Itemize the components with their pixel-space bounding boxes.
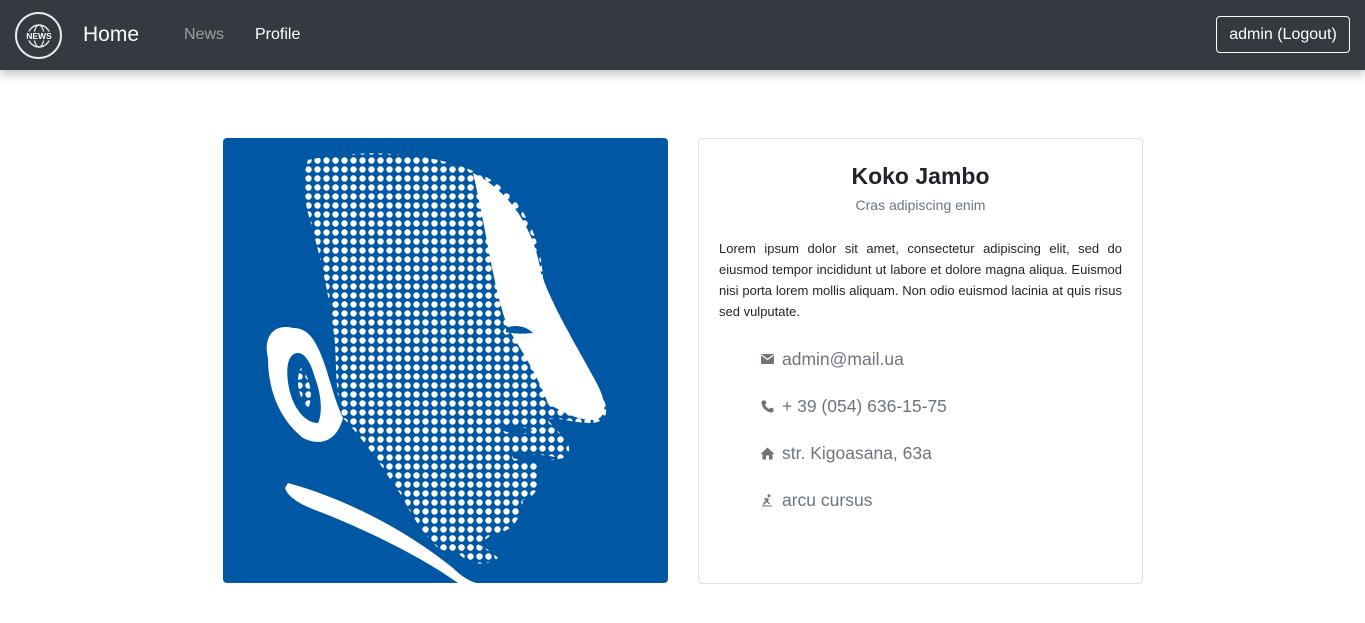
svg-text:NEWS: NEWS [26, 31, 52, 41]
phone-icon [759, 398, 775, 414]
brand-home-link[interactable]: Home [83, 21, 139, 49]
envelope-icon [759, 351, 775, 367]
profile-subtitle: Cras adipiscing enim [855, 197, 986, 213]
news-logo[interactable]: NEWS [15, 12, 62, 59]
nav-link-news[interactable]: News [184, 25, 224, 45]
profile-portrait-image [223, 138, 668, 583]
skater-icon [759, 492, 775, 508]
logout-button[interactable]: admin (Logout) [1216, 16, 1350, 53]
contact-hobby: arcu cursus [759, 489, 872, 511]
globe-logo-icon: NEWS [22, 23, 55, 48]
contact-hobby-value: arcu cursus [782, 490, 873, 510]
top-navbar: NEWS Home News Profile admin (Logout) [0, 0, 1365, 70]
contact-address: str. Kigoasana, 63a [759, 442, 932, 464]
contact-phone: + 39 (054) 636-15-75 [759, 395, 947, 417]
nav-link-profile[interactable]: Profile [255, 25, 300, 45]
home-icon [759, 445, 775, 461]
contact-email: admin@mail.ua [759, 348, 904, 370]
profile-card: Koko Jambo Cras adipiscing enim Lorem ip… [698, 138, 1143, 584]
contact-phone-value: + 39 (054) 636-15-75 [782, 396, 947, 416]
profile-name: Koko Jambo [851, 163, 990, 189]
contact-address-value: str. Kigoasana, 63a [782, 443, 932, 463]
contact-email-value: admin@mail.ua [782, 349, 904, 369]
profile-description: Lorem ipsum dolor sit amet, consectetur … [719, 241, 1122, 319]
